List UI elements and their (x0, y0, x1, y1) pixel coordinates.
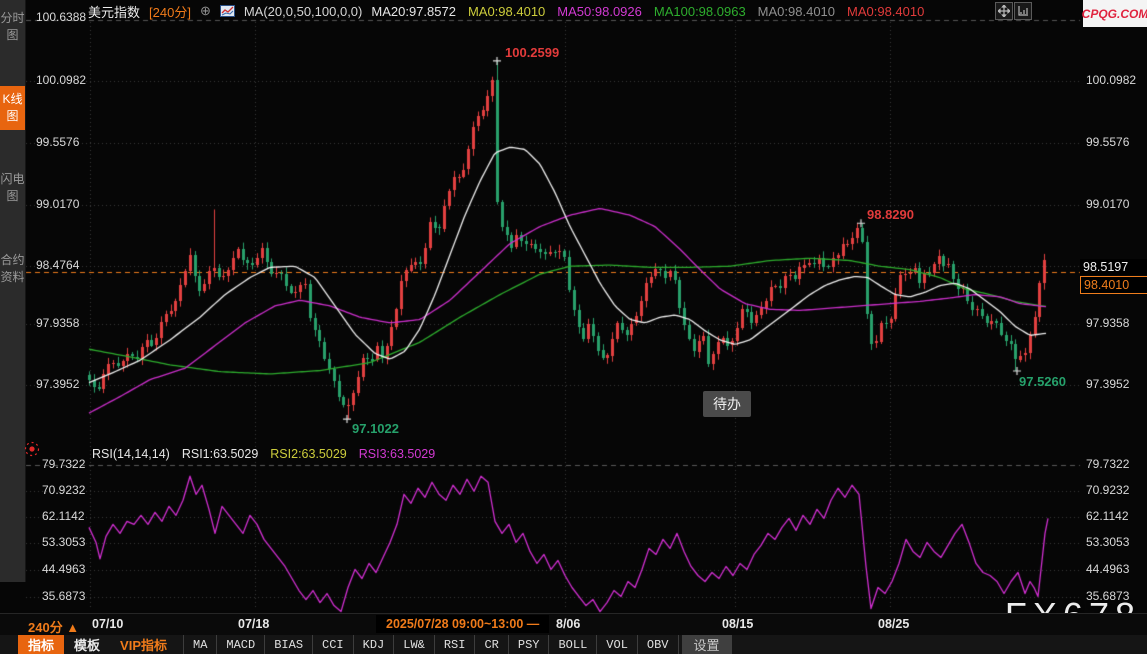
candle-time-tooltip: 2025/07/28 09:00~13:00 — (376, 615, 550, 633)
toolbar-tab-指标[interactable]: 指标 (18, 635, 65, 654)
price-axis-label-right: 99.0170 (1086, 197, 1130, 211)
toolbar-tab-VIP指标[interactable]: VIP指标 (110, 635, 177, 654)
pan-tool-icon[interactable] (995, 2, 1013, 20)
indicator-button-PSY[interactable]: PSY (509, 635, 550, 654)
ma-value-1: MA0:98.4010 (467, 3, 546, 19)
indicator-button-OBV[interactable]: OBV (638, 635, 679, 654)
symbol-name: 美元指数 (88, 4, 141, 20)
todo-button[interactable]: 待办 (703, 391, 751, 417)
price-axis-label-left: 100.6388 (36, 10, 87, 24)
indicator-button-VOL[interactable]: VOL (597, 635, 638, 654)
alert-beacon-icon (24, 441, 40, 457)
rsi-value-2: RSI2:63.5029 (270, 447, 347, 461)
rsi-axis-label-left: 79.7322 (42, 457, 86, 471)
rsi-value-1: RSI1:63.5029 (181, 447, 259, 461)
axis-scale-icon[interactable] (1014, 2, 1032, 20)
price-axis-label-right: 99.5576 (1086, 135, 1130, 149)
price-axis-label-left: 97.3952 (36, 377, 80, 391)
price-marker-label: 98.8290 (867, 207, 914, 222)
rsi-axis-label-left: 70.9232 (42, 483, 86, 497)
indicator-button-MACD[interactable]: MACD (217, 635, 266, 654)
price-chart-canvas[interactable] (0, 0, 1147, 654)
rsi-axis-label-right: 62.1142 (1086, 509, 1129, 523)
ma-value-5: MA0:98.4010 (847, 3, 925, 19)
left-sidebar: 分时图 K线图闪电图合约资料 (0, 0, 26, 582)
sidebar-item-分时图[interactable]: 分时图 (0, 5, 25, 49)
rsi-indicator-header: RSI(14,14,14) RSI1:63.5029 RSI2:63.5029 RSI… (92, 447, 435, 461)
price-axis-label-right: 100.0982 (1086, 73, 1137, 87)
brand-logo: CPQG.COM (1082, 0, 1147, 27)
rsi-axis-label-left: 53.3053 (42, 535, 86, 549)
indicator-button-CR[interactable]: CR (475, 635, 509, 654)
price-axis-label-right: 97.9358 (1086, 316, 1130, 330)
sidebar-item-合约资料[interactable]: 合约资料 (0, 247, 25, 291)
ma-value-2: MA50:98.0926 (557, 3, 642, 19)
time-tick-07/18: 07/18 (238, 617, 270, 631)
time-tick-8/06: 8/06 (556, 617, 581, 631)
indicator-button-LW&[interactable]: LW& (394, 635, 435, 654)
rsi-axis-label-right: 79.7322 (1086, 457, 1130, 471)
toolbar-tab-模板[interactable]: 模板 (64, 635, 110, 654)
period-label: [240分] (149, 4, 191, 20)
sidebar-item-闪电图[interactable]: 闪电图 (0, 166, 25, 210)
price-tag-98.5197: 98.5197 (1080, 259, 1147, 275)
sidebar-item-K线图[interactable]: K线图 (0, 86, 25, 130)
price-marker-label: 97.1022 (352, 421, 399, 436)
price-axis-label-left: 100.0982 (36, 73, 87, 87)
indicator-button-KDJ[interactable]: KDJ (354, 635, 395, 654)
rsi-axis-label-right: 44.4963 (1086, 562, 1130, 576)
rsi-axis-label-left: 35.6873 (42, 589, 86, 603)
ma-value-3: MA100:98.0963 (653, 3, 746, 19)
time-tick-08/25: 08/25 (878, 617, 910, 631)
ma-values: MA20:97.8572 MA0:98.4010 MA50:98.0926 MA100… (371, 4, 924, 19)
rsi-axis-label-right: 70.9232 (1086, 483, 1130, 497)
indicator-toolbar: 指标 模板 VIP指标 MA MACD BIAS CCI KDJ LW& RSI CR PSY BOLL… (0, 635, 1147, 654)
time-axis: 240分 ▲ 07/10 07/18 8/06 08/15 08/25 2025/07/… (0, 613, 1147, 635)
rsi-axis-label-right: 53.3053 (1086, 535, 1130, 549)
time-tick-08/15: 08/15 (722, 617, 754, 631)
price-axis-label-right: 97.3952 (1086, 377, 1130, 391)
price-marker-label: 100.2599 (505, 45, 560, 60)
indicator-group: MA MACD BIAS CCI KDJ LW& RSI CR PSY BOLL VOL OBV (183, 635, 679, 654)
indicator-button-CCI[interactable]: CCI (313, 635, 354, 654)
ma-value-4: MA0:98.4010 (757, 3, 836, 19)
indicator-formula: MA(20,0,50,100,0,0) (243, 3, 363, 19)
ma-value-0: MA20:97.8572 (371, 3, 456, 19)
price-axis-label-left: 99.0170 (36, 197, 80, 211)
settings-button[interactable]: 设置 (681, 635, 732, 654)
rsi-axis-label-left: 62.1142 (42, 509, 85, 523)
price-tag-98.4010: 98.4010 (1080, 276, 1147, 294)
indicator-button-BIAS[interactable]: BIAS (265, 635, 314, 654)
mini-chart-icon[interactable] (219, 5, 235, 17)
rsi-value-3: RSI3:63.5029 (358, 447, 436, 461)
chart-header: 美元指数 [240分] ⊕ MA(20,0,50,100,0,0) MA20:9… (88, 2, 924, 20)
price-marker-label: 97.5260 (1019, 374, 1066, 389)
price-axis-label-left: 98.4764 (36, 258, 80, 272)
period-selector[interactable]: 240分 ▲ (28, 617, 79, 636)
indicator-button-MA[interactable]: MA (184, 635, 218, 654)
indicator-button-RSI[interactable]: RSI (435, 635, 476, 654)
rsi-axis-label-left: 44.4963 (42, 562, 86, 576)
indicator-button-BOLL[interactable]: BOLL (549, 635, 598, 654)
price-axis-label-left: 97.9358 (36, 316, 80, 330)
rsi-value-0: RSI(14,14,14) (92, 447, 170, 461)
time-tick-07/10: 07/10 (92, 617, 124, 631)
price-axis-label-left: 99.5576 (36, 135, 80, 149)
circle-plus-icon[interactable]: ⊕ (200, 3, 211, 19)
